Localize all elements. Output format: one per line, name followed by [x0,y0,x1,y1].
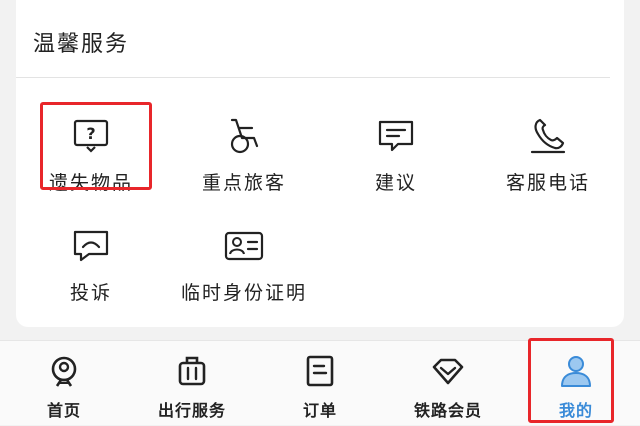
phone-icon [530,118,566,154]
priority-passenger-label: 重点旅客 [201,172,286,194]
tab-railway-member-label: 铁路会员 [413,401,482,420]
id-card-icon [224,231,264,261]
complaint-label: 投诉 [69,282,112,304]
temp-id-label: 临时身份证明 [180,282,307,304]
wheelchair-icon [230,118,259,154]
suggestion-label: 建议 [374,172,417,194]
tab-home-label: 首页 [46,401,81,420]
order-icon [306,355,334,387]
tab-railway-member[interactable]: 铁路会员 [384,341,512,426]
service-phone-label: 客服电话 [505,172,590,194]
lost-item-highlight [40,102,152,190]
complaint-button[interactable]: 投诉 [16,226,166,318]
section-title: 温馨服务 [33,32,130,57]
divider [16,77,610,78]
suggestion-button[interactable]: 建议 [321,116,471,208]
complaint-icon [73,230,109,262]
temp-id-button[interactable]: 临时身份证明 [169,226,319,318]
tab-orders-label: 订单 [302,401,337,420]
tab-home[interactable]: 首页 [0,341,128,426]
tab-orders[interactable]: 订单 [256,341,384,426]
tab-travel-service-label: 出行服务 [157,401,226,420]
diamond-icon [432,358,464,385]
suggestion-icon [378,120,414,152]
mine-tab-highlight [528,338,614,423]
priority-passenger-button[interactable]: 重点旅客 [169,116,319,208]
home-train-icon [51,356,77,387]
luggage-icon [178,356,206,386]
service-phone-button[interactable]: 客服电话 [473,116,623,208]
tab-travel-service[interactable]: 出行服务 [128,341,256,426]
